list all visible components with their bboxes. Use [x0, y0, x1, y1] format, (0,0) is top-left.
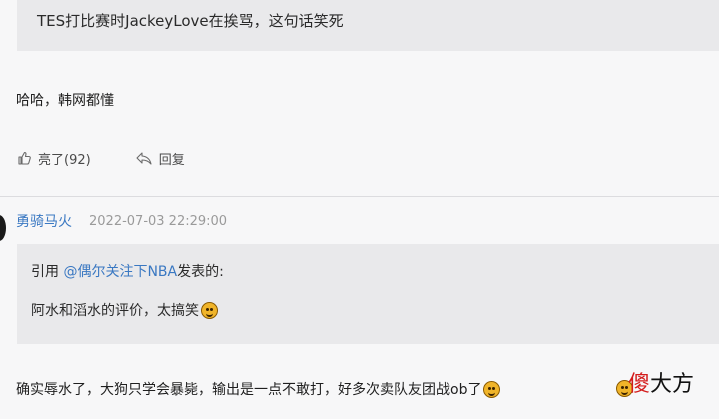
reply-button[interactable]: 回复 [135, 149, 185, 168]
author-name-link[interactable]: 勇骑马火 [16, 211, 72, 231]
like-count-label: 亮了(92) [38, 152, 91, 168]
reply-label: 回复 [158, 152, 185, 168]
previous-quote-text: TES打比赛时JackeyLove在挨骂，这句话笑死 [37, 12, 344, 30]
comment-header: 勇骑马火 2022-07-03 22:29:00 [16, 211, 227, 231]
thumbs-up-icon [16, 150, 32, 166]
like-button[interactable]: 亮了(92) [16, 149, 91, 168]
post-timestamp: 2022-07-03 22:29:00 [89, 213, 228, 229]
previous-quote-block: TES打比赛时JackeyLove在挨骂，这句话笑死 [17, 0, 719, 51]
avatar[interactable] [0, 215, 6, 241]
watermark-first-char: 傻 [628, 372, 651, 397]
quote-content: 阿水和滔水的评价，太搞笑 [31, 300, 218, 320]
quote-header: 引用 @偶尔关注下NBA发表的: [31, 261, 224, 281]
quote-content-text: 阿水和滔水的评价，太搞笑 [31, 303, 199, 319]
quote-suffix: 发表的: [177, 264, 224, 280]
reply-arrow-icon [135, 150, 153, 166]
quote-mention-link[interactable]: @偶尔关注下NBA [63, 264, 177, 280]
quote-prefix: 引用 [31, 264, 64, 280]
laughing-face-emoji-icon [201, 301, 218, 319]
quoted-comment-card: 引用 @偶尔关注下NBA发表的: 阿水和滔水的评价，太搞笑 [17, 244, 719, 344]
previous-comment-body: 哈哈，韩网都懂 [16, 93, 114, 109]
laughing-face-emoji-icon [483, 380, 501, 398]
watermark-rest: 大方 [650, 372, 695, 397]
comment-body-text: 确实辱水了，大狗只学会暴毙，输出是一点不敢打，好多次卖队友团战ob了 [16, 382, 482, 398]
comment-divider [0, 196, 719, 197]
comment-actions: 亮了(92) 回复 [16, 148, 185, 168]
watermark: 傻大方 [628, 366, 694, 398]
comment-body: 确实辱水了，大狗只学会暴毙，输出是一点不敢打，好多次卖队友团战ob了 [16, 379, 501, 399]
